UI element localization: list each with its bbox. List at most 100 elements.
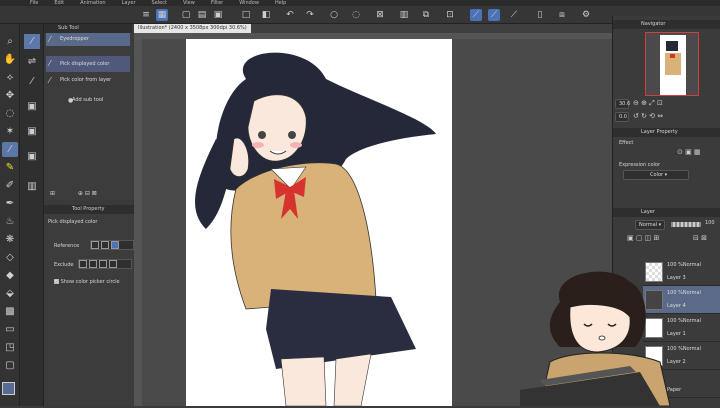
- move-icon[interactable]: ✥: [2, 88, 18, 103]
- rotation-controls[interactable]: ↺ ↻ ⟲ ⇔: [633, 112, 663, 120]
- snap-grid-icon[interactable]: ⟋: [508, 9, 520, 21]
- pencil-icon[interactable]: ✐: [2, 178, 18, 193]
- subtool-group-icon[interactable]: ⁄: [24, 74, 40, 89]
- brush-icon[interactable]: ✒: [2, 196, 18, 211]
- add-icon: ●: [68, 97, 74, 104]
- undo-icon[interactable]: ↶: [284, 9, 296, 21]
- companion-icon[interactable]: ⧈: [556, 9, 568, 21]
- checkbox-icon[interactable]: ✓: [54, 279, 59, 284]
- show-picker-circle-option[interactable]: ✓ Show color picker circle: [54, 279, 120, 285]
- gradient-icon[interactable]: ▩: [2, 304, 18, 319]
- subtool-panel-title: Sub Tool: [44, 24, 132, 33]
- effect-label: Effect: [619, 140, 634, 146]
- tool-property-panel: Tool Property Pick displayed color Refer…: [44, 205, 134, 406]
- decoration-icon[interactable]: ❋: [2, 232, 18, 247]
- crop-icon[interactable]: ⊡: [444, 9, 456, 21]
- exclude-b-icon[interactable]: [89, 260, 97, 268]
- blend-mode-value: Normal: [639, 222, 658, 228]
- layer-toolbar-icons[interactable]: ▣ ▢ ◫ ⊞: [627, 234, 659, 242]
- snap-ruler-icon[interactable]: ⟋: [470, 9, 482, 21]
- navigator-preview[interactable]: [645, 32, 699, 96]
- reference-label: Reference: [54, 243, 80, 249]
- pen-icon[interactable]: ✎: [2, 160, 18, 175]
- text-icon[interactable]: ▢: [2, 358, 18, 373]
- eyedropper-icon: ⁄: [49, 76, 51, 85]
- navigator-thumbnail: [660, 35, 686, 95]
- deselect-icon[interactable]: ⊠: [374, 9, 386, 21]
- settings-icon[interactable]: ⚙: [580, 9, 592, 21]
- subtool-group-icon[interactable]: ⇌: [24, 54, 40, 69]
- transform-icon[interactable]: ○: [328, 9, 340, 21]
- canvas-tab[interactable]: Illustration* (2400 x 3508px 300dpi 30.6…: [134, 24, 612, 33]
- canvas-tab-label: Illustration* (2400 x 3508px 300dpi 30.6…: [134, 24, 251, 33]
- redo-icon[interactable]: ↷: [304, 9, 316, 21]
- operation-icon[interactable]: ⟡: [2, 70, 18, 85]
- subtool-pick-color-from-layer[interactable]: ⁄ Pick color from layer: [46, 74, 130, 87]
- zoom-field[interactable]: 30.6: [615, 99, 630, 109]
- subtool-footer-icons[interactable]: ⊞ ⊕ ⊟ ⊠: [50, 190, 97, 197]
- effect-icons[interactable]: ⊙ ▣ ▦: [677, 148, 701, 156]
- subtool-group-icon[interactable]: ▣: [24, 99, 40, 114]
- subtool-pick-displayed-label: Pick displayed color: [60, 61, 110, 67]
- reference-options[interactable]: [90, 240, 134, 250]
- open-file-icon[interactable]: ▤: [196, 9, 208, 21]
- smartphone-icon[interactable]: ▯: [534, 9, 546, 21]
- eyedropper-group-icon[interactable]: ⁄: [24, 34, 40, 49]
- blend-mode-dropdown[interactable]: Normal ▾: [635, 220, 665, 230]
- rotation-field[interactable]: 0.0: [615, 112, 629, 122]
- subtool-pick-displayed-color[interactable]: ⁄ Pick displayed color: [46, 56, 130, 72]
- show-picker-circle-label: Show color picker circle: [60, 279, 120, 285]
- subtool-group-icon[interactable]: ▣: [24, 124, 40, 139]
- hamburger-icon[interactable]: ≡: [140, 9, 152, 21]
- opacity-value: 100: [705, 220, 715, 226]
- navigator-title: Navigator: [613, 20, 720, 29]
- eyedropper-icon[interactable]: ⁄: [2, 142, 18, 157]
- reference-selected-icon[interactable]: [111, 241, 119, 249]
- main-color-swatch[interactable]: [2, 382, 15, 395]
- frame-icon[interactable]: ◳: [2, 340, 18, 355]
- exclude-c-icon[interactable]: [99, 260, 107, 268]
- tool-bar: ⌕ ✋ ⟡ ✥ ◌ ✶ ⁄ ✎ ✐ ✒ ♨ ❋ ◇ ◆ ⬙ ▩ ▭ ◳ ▢: [0, 24, 21, 406]
- canvas-paper[interactable]: [186, 39, 452, 407]
- select-all-icon[interactable]: ◌: [350, 9, 362, 21]
- exclude-options[interactable]: [78, 259, 132, 269]
- zoom-controls[interactable]: ⊖ ⊕ ⤢ ⊡: [633, 99, 663, 108]
- expression-color-dropdown[interactable]: Color ▾: [623, 170, 689, 180]
- reference-layer-icon[interactable]: [101, 241, 109, 249]
- reference-all-icon[interactable]: [91, 241, 99, 249]
- blend-icon[interactable]: ◆: [2, 268, 18, 283]
- clear-icon[interactable]: □: [240, 9, 252, 21]
- snap-special-ruler-icon[interactable]: ⟋: [488, 9, 500, 21]
- layout-icon[interactable]: ▦: [156, 9, 168, 21]
- eyedropper-icon: ⁄: [49, 35, 51, 44]
- figure-icon[interactable]: ▭: [2, 322, 18, 337]
- tool-property-subtitle: Pick displayed color: [48, 219, 98, 225]
- save-icon[interactable]: ▣: [212, 9, 224, 21]
- add-subtool-button[interactable]: ● Add sub tool: [46, 94, 130, 107]
- subtool-group-column: ⁄ ⇌ ⁄ ▣ ▣ ▣ ▥: [20, 24, 44, 406]
- exclude-label: Exclude: [54, 262, 74, 268]
- tool-property-title: Tool Property: [44, 205, 134, 214]
- hand-icon[interactable]: ✋: [2, 52, 18, 67]
- fill-icon[interactable]: ◧: [260, 9, 272, 21]
- eraser-icon[interactable]: ◇: [2, 250, 18, 265]
- exclude-d-icon[interactable]: [109, 260, 117, 268]
- subtool-eyedropper-label: Eyedropper: [60, 36, 89, 42]
- lasso-icon[interactable]: ◌: [2, 106, 18, 121]
- subtool-panel: Sub Tool ⁄ Eyedropper ⁄ Pick displayed c…: [44, 24, 132, 200]
- exclude-a-icon[interactable]: [79, 260, 87, 268]
- zoom-icon[interactable]: ⌕: [2, 34, 18, 49]
- layer-list-options[interactable]: ⊟ ⊠: [693, 234, 707, 242]
- magic-wand-icon[interactable]: ✶: [2, 124, 18, 139]
- subtool-eyedropper[interactable]: ⁄ Eyedropper: [46, 33, 130, 46]
- subtool-group-icon[interactable]: ▣: [24, 149, 40, 164]
- airbrush-icon[interactable]: ♨: [2, 214, 18, 229]
- opacity-slider[interactable]: [671, 222, 701, 227]
- streamer-avatar: [520, 271, 671, 406]
- subtool-group-icon[interactable]: ▥: [24, 179, 40, 194]
- ruler-left: [134, 39, 142, 406]
- new-file-icon[interactable]: ▢: [180, 9, 192, 21]
- snap-icon[interactable]: ⧉: [420, 9, 432, 21]
- fill-bucket-icon[interactable]: ⬙: [2, 286, 18, 301]
- invert-selection-icon[interactable]: ▥: [398, 9, 410, 21]
